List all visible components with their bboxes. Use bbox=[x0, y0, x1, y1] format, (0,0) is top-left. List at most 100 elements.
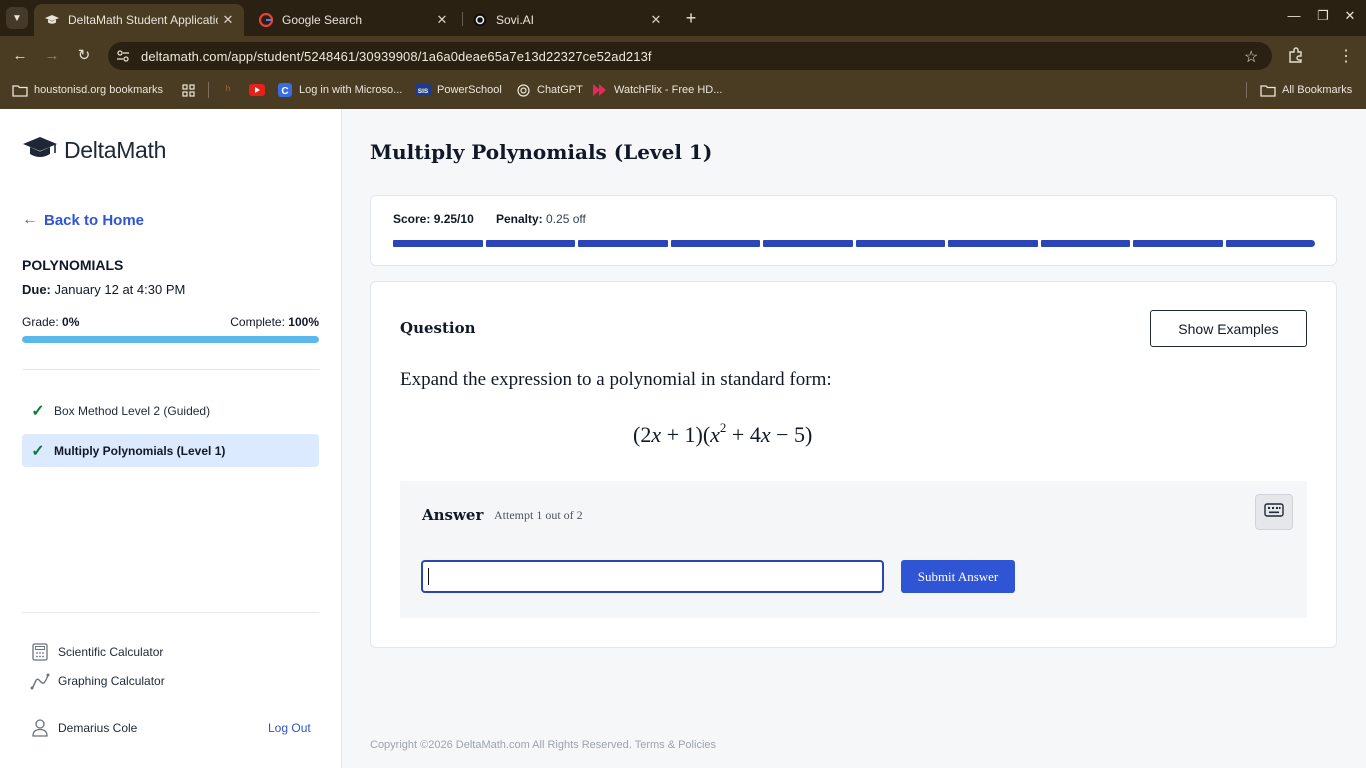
due-date: Due: January 12 at 4:30 PM bbox=[22, 282, 185, 297]
problem-item-box-method[interactable]: ✓ Box Method Level 2 (Guided) bbox=[22, 394, 319, 427]
score-segment bbox=[670, 240, 760, 247]
site-settings-icon[interactable] bbox=[116, 49, 130, 63]
bookmark-star-icon[interactable]: ☆ bbox=[1244, 47, 1258, 67]
close-icon[interactable]: ✕ bbox=[432, 12, 452, 28]
question-label: Question bbox=[400, 319, 476, 337]
score-segment bbox=[1133, 240, 1223, 247]
forward-arrow-icon[interactable]: → bbox=[42, 46, 62, 66]
footer: Copyright ©2026 DeltaMath.com All Rights… bbox=[370, 739, 716, 751]
openai-icon bbox=[515, 83, 531, 97]
answer-panel bbox=[400, 481, 1307, 618]
tool-label: Scientific Calculator bbox=[58, 645, 164, 659]
attempt-counter: Attempt 1 out of 2 bbox=[494, 508, 583, 522]
folder-link-icon bbox=[12, 83, 28, 97]
score-label: Score: bbox=[393, 212, 431, 226]
deltamath-logo[interactable]: DeltaMath bbox=[22, 135, 166, 166]
completion-progress-bar bbox=[22, 336, 319, 343]
tab-title: Google Search bbox=[282, 13, 363, 27]
bookmark-microsoft-login[interactable]: C Log in with Microso... bbox=[277, 82, 402, 98]
tool-label: Graphing Calculator bbox=[58, 674, 165, 688]
score-segment bbox=[393, 240, 483, 247]
score-segment bbox=[855, 240, 945, 247]
bookmark-watchflix[interactable]: WatchFlix - Free HD... bbox=[592, 82, 722, 98]
deltamath-favicon-icon bbox=[44, 12, 60, 28]
problem-item-multiply-polynomials[interactable]: ✓ Multiply Polynomials (Level 1) bbox=[22, 434, 319, 467]
grade-value: 0% bbox=[62, 315, 80, 329]
window-close-icon[interactable]: ✕ bbox=[1340, 8, 1360, 24]
score-segment bbox=[578, 240, 668, 247]
sis-icon: SIS bbox=[415, 83, 431, 97]
penalty-stat: Penalty: 0.25 off bbox=[496, 212, 586, 226]
sovi-favicon-icon bbox=[472, 12, 488, 28]
minimize-icon[interactable]: — bbox=[1284, 8, 1304, 23]
new-tab-button[interactable]: + bbox=[681, 8, 701, 28]
youtube-icon bbox=[249, 83, 265, 97]
bookmark-chatgpt[interactable]: ChatGPT bbox=[515, 82, 583, 98]
extensions-icon[interactable] bbox=[1288, 47, 1304, 67]
svg-text:SIS: SIS bbox=[418, 88, 429, 95]
footer-copyright: Copyright ©2026 DeltaMath.com All Rights… bbox=[370, 739, 632, 751]
folder-icon bbox=[1260, 83, 1276, 97]
keyboard-icon bbox=[1264, 502, 1284, 522]
reload-icon[interactable]: ↻ bbox=[74, 46, 94, 66]
bookmark-deer[interactable]: ʰ bbox=[220, 82, 242, 98]
c-logo-icon: C bbox=[277, 83, 293, 97]
checkmark-icon: ✓ bbox=[31, 442, 45, 460]
tab-sovi-ai[interactable]: Sovi.AI ✕ bbox=[462, 4, 672, 36]
graph-icon bbox=[30, 671, 50, 691]
score-value: 9.25/10 bbox=[433, 212, 474, 226]
tab-search-button[interactable]: ▼ bbox=[6, 7, 28, 29]
graphing-calculator-link[interactable]: Graphing Calculator bbox=[30, 671, 165, 691]
checkmark-icon: ✓ bbox=[31, 402, 45, 420]
graduation-cap-icon bbox=[22, 135, 58, 166]
score-segment bbox=[485, 240, 575, 247]
back-to-home-link[interactable]: ← Back to Home bbox=[22, 211, 144, 229]
bookmark-apps[interactable] bbox=[180, 82, 202, 98]
score-segment bbox=[1225, 240, 1315, 247]
browser-menu-icon[interactable]: ⋮ bbox=[1338, 46, 1354, 66]
user-name: Demarius Cole bbox=[58, 721, 138, 735]
answer-input[interactable] bbox=[421, 560, 884, 593]
logo-text: DeltaMath bbox=[64, 137, 167, 163]
close-icon[interactable]: ✕ bbox=[646, 12, 666, 28]
problem-label: Multiply Polynomials (Level 1) bbox=[54, 443, 226, 458]
watchflix-icon bbox=[592, 83, 608, 97]
bookmark-youtube[interactable] bbox=[249, 82, 271, 98]
tab-title: Sovi.AI bbox=[496, 13, 535, 27]
score-card bbox=[370, 195, 1337, 266]
text-caret bbox=[428, 568, 429, 585]
apps-grid-icon bbox=[180, 83, 196, 97]
all-bookmarks-button[interactable]: All Bookmarks bbox=[1260, 82, 1352, 98]
penalty-label: Penalty: bbox=[496, 212, 543, 226]
math-expression: (2x + 1)(x2 + 4x − 5) bbox=[633, 420, 813, 447]
submit-answer-button[interactable]: Submit Answer bbox=[901, 560, 1015, 593]
bookmark-houstonisd[interactable]: houstonisd.org bookmarks bbox=[12, 82, 163, 98]
due-value: January 12 at 4:30 PM bbox=[54, 282, 186, 297]
complete-label: Complete: bbox=[230, 315, 285, 329]
terms-policies-link[interactable]: Terms & Policies bbox=[635, 739, 716, 751]
bookmark-label: WatchFlix - Free HD... bbox=[614, 84, 723, 96]
back-arrow-icon[interactable]: ← bbox=[10, 46, 30, 66]
scientific-calculator-link[interactable]: Scientific Calculator bbox=[30, 642, 163, 662]
url-text[interactable]: deltamath.com/app/student/5248461/309399… bbox=[141, 49, 652, 64]
tab-title: DeltaMath Student Application bbox=[68, 13, 218, 27]
bookmark-powerschool[interactable]: SIS PowerSchool bbox=[415, 82, 502, 98]
tab-deltamath[interactable]: DeltaMath Student Application ✕ bbox=[34, 4, 244, 36]
show-examples-button[interactable]: Show Examples bbox=[1150, 310, 1307, 347]
bookmark-label: PowerSchool bbox=[437, 84, 502, 96]
google-favicon-icon bbox=[258, 12, 274, 28]
log-out-link[interactable]: Log Out bbox=[268, 721, 311, 735]
score-segment bbox=[1040, 240, 1130, 247]
close-icon[interactable]: ✕ bbox=[218, 12, 238, 28]
sidebar-divider bbox=[22, 612, 319, 613]
complete-value: 100% bbox=[288, 315, 319, 329]
math-keyboard-button[interactable] bbox=[1255, 494, 1293, 530]
tab-google-search[interactable]: Google Search ✕ bbox=[248, 4, 458, 36]
bookmark-separator bbox=[1246, 82, 1247, 98]
complete-stat: Complete: 100% bbox=[230, 315, 319, 329]
deer-icon: ʰ bbox=[225, 83, 231, 97]
bookmark-separator bbox=[208, 82, 209, 98]
restore-icon[interactable]: ❐ bbox=[1313, 8, 1333, 24]
score-stat: Score: 9.25/10 bbox=[393, 212, 474, 226]
back-label: Back to Home bbox=[44, 211, 145, 229]
